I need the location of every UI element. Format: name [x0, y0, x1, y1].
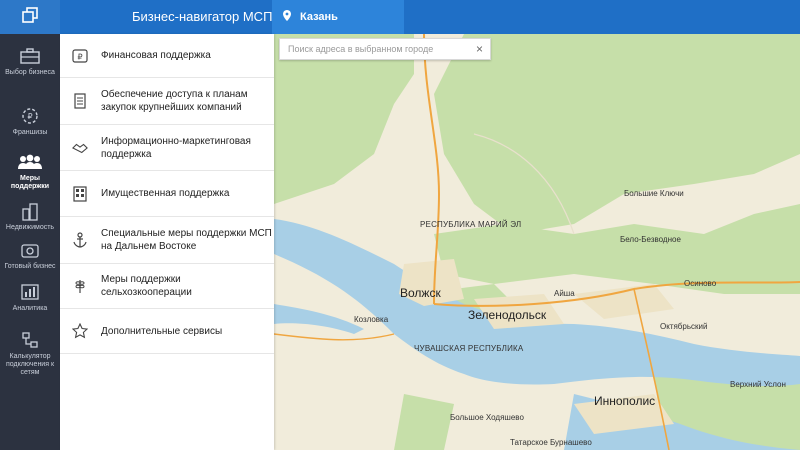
map-label-town: Козловка	[354, 315, 389, 324]
menu-item-extra-services[interactable]: Дополнительные сервисы	[60, 309, 274, 354]
svg-text:₽: ₽	[27, 112, 32, 121]
briefcase-icon	[20, 46, 40, 66]
svg-text:₽: ₽	[77, 52, 82, 61]
menu-item-label: Финансовая поддержка	[101, 50, 211, 61]
sidebar-item-label: Аналитика	[12, 305, 48, 312]
map-label-town: Большое Ходяшево	[450, 413, 524, 422]
close-icon[interactable]: ×	[476, 42, 483, 56]
analytics-icon	[21, 282, 39, 302]
menu-item-procurement[interactable]: Обеспечение доступа к планам закупок кру…	[60, 78, 274, 125]
menu-item-far-east[interactable]: Специальные меры поддержки МСП на Дальне…	[60, 217, 274, 264]
top-header: Бизнес-навигатор МСП Казань	[60, 0, 800, 34]
menu-item-label: Обеспечение доступа к планам закупок кру…	[101, 89, 248, 113]
franchise-icon: ₽	[21, 106, 39, 126]
buildings-icon	[21, 202, 39, 221]
wheat-icon	[72, 278, 88, 294]
pipes-icon	[21, 330, 39, 350]
city-name: Казань	[300, 11, 338, 23]
sidebar-item-label: Калькулятор подключения к сетям	[5, 353, 55, 376]
menu-item-financial[interactable]: ₽ Финансовая поддержка	[60, 34, 274, 78]
document-icon	[72, 93, 88, 109]
sidebar-item-label: Недвижимость	[5, 224, 55, 231]
sidebar-item-network-calculator[interactable]: Калькулятор подключения к сетям	[0, 322, 60, 382]
star-icon	[72, 323, 88, 339]
map-label-town: Большие Ключи	[624, 189, 684, 198]
map-label-region: РЕСПУБЛИКА МАРИЙ ЭЛ	[420, 220, 522, 229]
sidebar-item-franchises[interactable]: ₽ Франшизы	[0, 98, 60, 144]
map-label-town: Осиново	[684, 279, 717, 288]
people-icon	[18, 152, 42, 172]
sidebar-item-analytics[interactable]: Аналитика	[0, 274, 60, 322]
map-label-city: Иннополис	[594, 394, 656, 408]
map-canvas	[274, 34, 800, 450]
sidebar-item-ready-business[interactable]: Готовый бизнес	[0, 232, 60, 274]
menu-item-label: Специальные меры поддержки МСП на Дальне…	[101, 228, 272, 252]
menu-item-property[interactable]: Имущественная поддержка	[60, 171, 274, 217]
menu-item-marketing[interactable]: Информационно-маркетинговая поддержка	[60, 125, 274, 171]
map-label-town: Айша	[554, 289, 575, 298]
address-search: ×	[279, 38, 491, 60]
menu-item-label: Имущественная поддержка	[101, 188, 230, 199]
sidebar-item-label: Франшизы	[12, 129, 48, 136]
menu-item-agro-cooperation[interactable]: Меры поддержки сельхозкооперации	[60, 264, 274, 309]
anchor-icon	[72, 232, 88, 248]
support-menu: ₽ Финансовая поддержка Обеспечение досту…	[60, 34, 274, 450]
sidebar-item-realty[interactable]: Недвижимость	[0, 194, 60, 232]
city-selector[interactable]: Казань	[272, 0, 404, 34]
app-logo[interactable]	[0, 0, 60, 34]
map-label-region: ЧУВАШСКАЯ РЕСПУБЛИКА	[414, 344, 524, 353]
menu-item-label: Дополнительные сервисы	[101, 325, 223, 337]
map-label-city: Зеленодольск	[468, 308, 547, 322]
layers-icon	[21, 6, 39, 29]
map-label-town: Октябрьский	[660, 322, 708, 331]
ready-business-icon	[21, 240, 39, 260]
map-label-town: Татарское Бурнашево	[510, 438, 592, 447]
location-pin-icon	[283, 10, 291, 24]
sidebar-item-support[interactable]: Меры поддержки	[0, 144, 60, 194]
map-view[interactable]: РЕСПУБЛИКА МАРИЙ ЭЛ ЧУВАШСКАЯ РЕСПУБЛИКА…	[274, 34, 800, 450]
sidebar-item-business-choice[interactable]: Выбор бизнеса	[0, 34, 60, 98]
sidebar-item-label: Выбор бизнеса	[5, 69, 55, 76]
sidebar-item-label: Готовый бизнес	[4, 263, 56, 270]
map-label-town: Бело-Безводное	[620, 235, 681, 244]
app-title: Бизнес-навигатор МСП	[132, 9, 273, 24]
menu-item-label: Информационно-маркетинговая поддержка	[101, 135, 251, 160]
map-label-town: Верхний Услон	[730, 380, 786, 389]
menu-item-label: Меры поддержки сельхозкооперации	[101, 274, 192, 298]
handshake-icon	[72, 140, 88, 156]
sidebar-item-label: Меры поддержки	[10, 175, 50, 190]
map-label-city: Волжск	[400, 286, 441, 300]
search-input[interactable]	[280, 39, 460, 59]
ruble-card-icon: ₽	[72, 48, 88, 64]
sidebar: Выбор бизнеса ₽ Франшизы Меры поддержки …	[0, 0, 60, 450]
property-icon	[72, 185, 88, 202]
